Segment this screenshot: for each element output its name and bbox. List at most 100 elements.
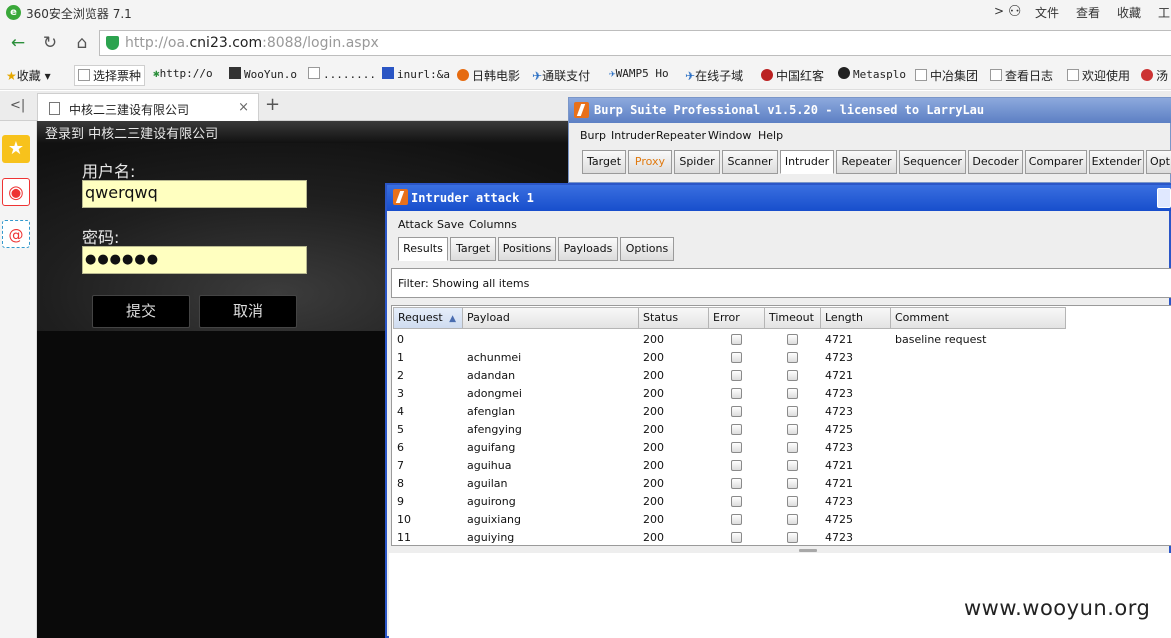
bookmark-subdomain[interactable]: ✈在线子域: [685, 67, 743, 84]
menu-tools[interactable]: 工: [1158, 4, 1170, 21]
table-row[interactable]: 2 adandan 200 4721: [392, 367, 1171, 385]
burp-menu-intruder[interactable]: Intruder: [611, 129, 655, 142]
bookmark-metasploit[interactable]: Metasplo: [838, 67, 906, 81]
timeout-checkbox[interactable]: [787, 424, 798, 435]
burp-menu-help[interactable]: Help: [758, 129, 783, 142]
bookmark-welcome[interactable]: 欢迎使用: [1067, 67, 1130, 84]
burp-title-bar[interactable]: Burp Suite Professional v1.5.20 - licens…: [569, 98, 1171, 123]
intruder-tab-target[interactable]: Target: [450, 237, 496, 261]
cancel-button[interactable]: 取消: [199, 295, 297, 328]
tab-close-icon[interactable]: ×: [238, 100, 249, 115]
timeout-checkbox[interactable]: [787, 478, 798, 489]
timeout-checkbox[interactable]: [787, 388, 798, 399]
column-header-payload[interactable]: Payload: [463, 307, 639, 329]
error-checkbox[interactable]: [731, 442, 742, 453]
burp-tab-extender[interactable]: Extender: [1089, 150, 1144, 174]
burp-tab-comparer[interactable]: Comparer: [1025, 150, 1087, 174]
bookmark-redhacker[interactable]: 中国红客: [761, 67, 824, 84]
error-checkbox[interactable]: [731, 532, 742, 543]
address-bar[interactable]: http://oa.cni23.com:8088/login.aspx: [99, 30, 1171, 56]
burp-tab-options[interactable]: Opt: [1146, 150, 1171, 174]
burp-tab-intruder[interactable]: Intruder: [780, 150, 834, 174]
error-checkbox[interactable]: [731, 334, 742, 345]
bookmark-payment[interactable]: ✈通联支付: [532, 67, 590, 84]
error-checkbox[interactable]: [731, 460, 742, 471]
bookmark-ticket[interactable]: 选择票种: [74, 65, 146, 86]
menu-view[interactable]: 查看: [1076, 4, 1100, 21]
intruder-tab-results[interactable]: Results: [398, 237, 448, 261]
table-row[interactable]: 0 200 4721 baseline request: [392, 331, 1171, 349]
timeout-checkbox[interactable]: [787, 334, 798, 345]
forward-arrow-icon[interactable]: >: [994, 4, 1004, 18]
error-checkbox[interactable]: [731, 388, 742, 399]
browser-tab-active[interactable]: 中核二三建设有限公司 ×: [37, 93, 259, 122]
intruder-tab-options[interactable]: Options: [620, 237, 674, 261]
intruder-menu-attack[interactable]: Attack: [398, 218, 433, 231]
table-row[interactable]: 9 aguirong 200 4723: [392, 493, 1171, 511]
intruder-menu-save[interactable]: Save: [437, 218, 464, 231]
url-text[interactable]: http://oa.cni23.com:8088/login.aspx: [125, 35, 379, 51]
timeout-checkbox[interactable]: [787, 532, 798, 543]
error-checkbox[interactable]: [731, 496, 742, 507]
error-checkbox[interactable]: [731, 406, 742, 417]
timeout-checkbox[interactable]: [787, 460, 798, 471]
column-header-status[interactable]: Status: [639, 307, 709, 329]
error-checkbox[interactable]: [731, 352, 742, 363]
bookmark-wamp[interactable]: ✈WAMP5 Ho: [609, 67, 669, 80]
table-row[interactable]: 5 afengying 200 4725: [392, 421, 1171, 439]
bookmark-favorites[interactable]: ★收藏 ▾: [6, 67, 51, 84]
table-row[interactable]: 7 aguihua 200 4721: [392, 457, 1171, 475]
table-row[interactable]: 6 aguifang 200 4723: [392, 439, 1171, 457]
intruder-tab-payloads[interactable]: Payloads: [558, 237, 618, 261]
password-input[interactable]: ●●●●●●: [82, 246, 307, 274]
table-row[interactable]: 1 achunmei 200 4723: [392, 349, 1171, 367]
window-control-button[interactable]: [1157, 188, 1171, 208]
submit-button[interactable]: 提交: [92, 295, 190, 328]
bookmark-dots[interactable]: ........: [308, 67, 376, 81]
favorites-star-icon[interactable]: ★: [2, 135, 30, 163]
table-row[interactable]: 3 adongmei 200 4723: [392, 385, 1171, 403]
burp-tab-sequencer[interactable]: Sequencer: [899, 150, 966, 174]
intruder-title-bar[interactable]: Intruder attack 1: [387, 185, 1171, 211]
bookmark-logs[interactable]: 查看日志: [990, 67, 1053, 84]
home-icon[interactable]: ⌂: [70, 32, 94, 54]
burp-tab-scanner[interactable]: Scanner: [722, 150, 778, 174]
table-row[interactable]: 10 aguixiang 200 4725: [392, 511, 1171, 529]
column-header-error[interactable]: Error: [709, 307, 765, 329]
bookmark-more[interactable]: 汤: [1141, 67, 1168, 84]
back-arrow-icon[interactable]: ←: [6, 32, 30, 54]
table-row[interactable]: 4 afenglan 200 4723: [392, 403, 1171, 421]
bookmark-wooyun[interactable]: WooYun.o: [229, 67, 297, 81]
intruder-tab-positions[interactable]: Positions: [498, 237, 556, 261]
timeout-checkbox[interactable]: [787, 406, 798, 417]
error-checkbox[interactable]: [731, 424, 742, 435]
bookmark-movies[interactable]: 日韩电影: [457, 67, 520, 84]
burp-menu-burp[interactable]: Burp: [580, 129, 606, 142]
results-filter-bar[interactable]: Filter: Showing all items: [391, 268, 1171, 298]
burp-tab-proxy[interactable]: Proxy: [628, 150, 672, 174]
table-row[interactable]: 8 aguilan 200 4721: [392, 475, 1171, 493]
weibo-icon[interactable]: ◉: [2, 178, 30, 206]
refresh-icon[interactable]: ↻: [38, 32, 62, 54]
timeout-checkbox[interactable]: [787, 352, 798, 363]
username-input[interactable]: qwerqwq: [82, 180, 307, 208]
column-header-length[interactable]: Length: [821, 307, 891, 329]
burp-menu-repeater[interactable]: Repeater: [656, 129, 706, 142]
mail-at-icon[interactable]: @: [2, 220, 30, 248]
error-checkbox[interactable]: [731, 514, 742, 525]
intruder-menu-columns[interactable]: Columns: [469, 218, 517, 231]
timeout-checkbox[interactable]: [787, 442, 798, 453]
bookmark-inurl[interactable]: inurl:&a: [382, 67, 450, 81]
timeout-checkbox[interactable]: [787, 496, 798, 507]
burp-tab-decoder[interactable]: Decoder: [968, 150, 1023, 174]
burp-tab-target[interactable]: Target: [582, 150, 626, 174]
timeout-checkbox[interactable]: [787, 370, 798, 381]
sidebar-toggle-icon[interactable]: <|: [10, 98, 25, 113]
column-header-request[interactable]: Request ▲: [393, 307, 463, 329]
error-checkbox[interactable]: [731, 478, 742, 489]
bookmark-http[interactable]: ✱http://o: [153, 67, 213, 80]
new-tab-button[interactable]: +: [265, 94, 280, 115]
menu-favorites[interactable]: 收藏: [1117, 4, 1141, 21]
error-checkbox[interactable]: [731, 370, 742, 381]
column-header-comment[interactable]: Comment: [891, 307, 1066, 329]
